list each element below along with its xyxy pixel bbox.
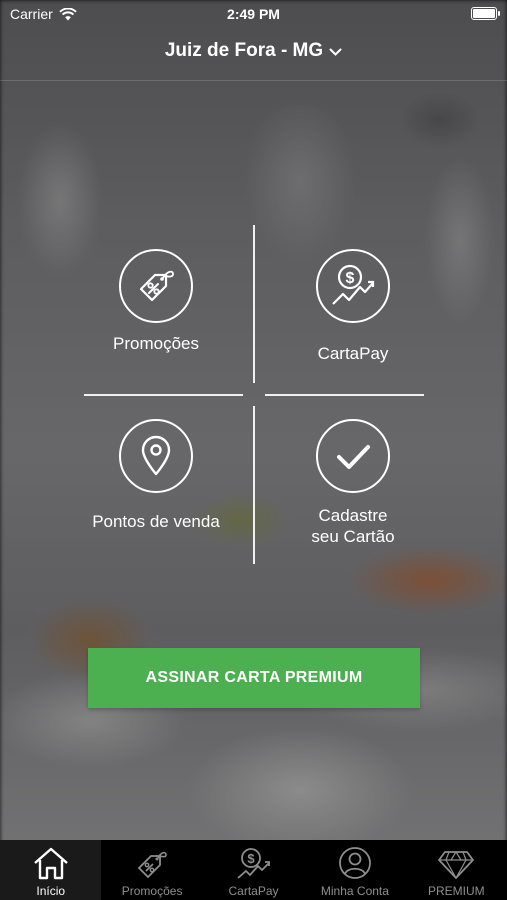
promocoes-icon-circle: [119, 249, 193, 323]
tab-premium-label: PREMIUM: [427, 884, 485, 898]
battery-icon: [471, 7, 500, 20]
grid-divider-vertical-top: [253, 225, 255, 383]
pontos-icon-circle: [119, 419, 193, 493]
city-label: Juiz de Fora - MG: [164, 40, 324, 61]
map-pin-icon: [141, 435, 171, 476]
tab-premium[interactable]: PREMIUM: [406, 840, 507, 900]
grid-divider-horizontal-left: [84, 394, 243, 396]
tab-promocoes-label: Promoções: [121, 884, 183, 898]
chevron-down-icon: [329, 48, 342, 56]
status-bar: Carrier 2:49 PM: [0, 0, 507, 28]
tab-minha-conta-label: Minha Conta: [320, 884, 389, 898]
cadastre-label: Cadastre seu Cartão: [311, 506, 395, 546]
diamond-icon: [438, 851, 475, 880]
tab-promocoes[interactable]: Promoções: [101, 840, 202, 900]
assinar-premium-button[interactable]: ASSINAR CARTA PREMIUM: [88, 648, 420, 708]
home-icon: [33, 847, 68, 880]
tab-inicio[interactable]: Início: [0, 840, 102, 900]
checkmark-icon: [337, 445, 370, 469]
city-selector[interactable]: Juiz de Fora - MG: [0, 40, 507, 62]
cadastre-icon-circle: [316, 419, 390, 493]
menu-promocoes[interactable]: Promoções: [86, 249, 226, 354]
grid-divider-horizontal-right: [265, 394, 424, 396]
svg-text:$: $: [346, 270, 355, 287]
tab-cartapay-label: CartaPay: [228, 884, 279, 898]
menu-cartapay[interactable]: $ CartaPay: [283, 249, 423, 364]
clock: 2:49 PM: [227, 6, 280, 22]
header-divider: [0, 80, 507, 81]
cartapay-icon-circle: $: [316, 249, 390, 323]
svg-text:$: $: [247, 851, 255, 866]
tab-bar: Início Promoções $ CartaPay Minha Conta: [0, 840, 507, 900]
tag-icon: [137, 851, 167, 879]
tab-cartapay[interactable]: $ CartaPay: [203, 840, 304, 900]
tab-minha-conta[interactable]: Minha Conta: [304, 840, 405, 900]
menu-cadastre-cartao[interactable]: Cadastre seu Cartão: [283, 419, 423, 547]
grid-divider-vertical-bottom: [253, 406, 255, 564]
pontos-label: Pontos de venda: [92, 512, 220, 531]
promocoes-label: Promoções: [113, 334, 199, 353]
tag-percent-icon: [139, 270, 174, 302]
coin-chart-icon: $: [236, 848, 270, 879]
user-icon: [339, 847, 371, 879]
tab-inicio-label: Início: [36, 884, 66, 898]
menu-pontos-de-venda[interactable]: Pontos de venda: [81, 419, 231, 532]
coin-chart-icon: $: [332, 264, 375, 305]
cartapay-label: CartaPay: [317, 344, 389, 363]
